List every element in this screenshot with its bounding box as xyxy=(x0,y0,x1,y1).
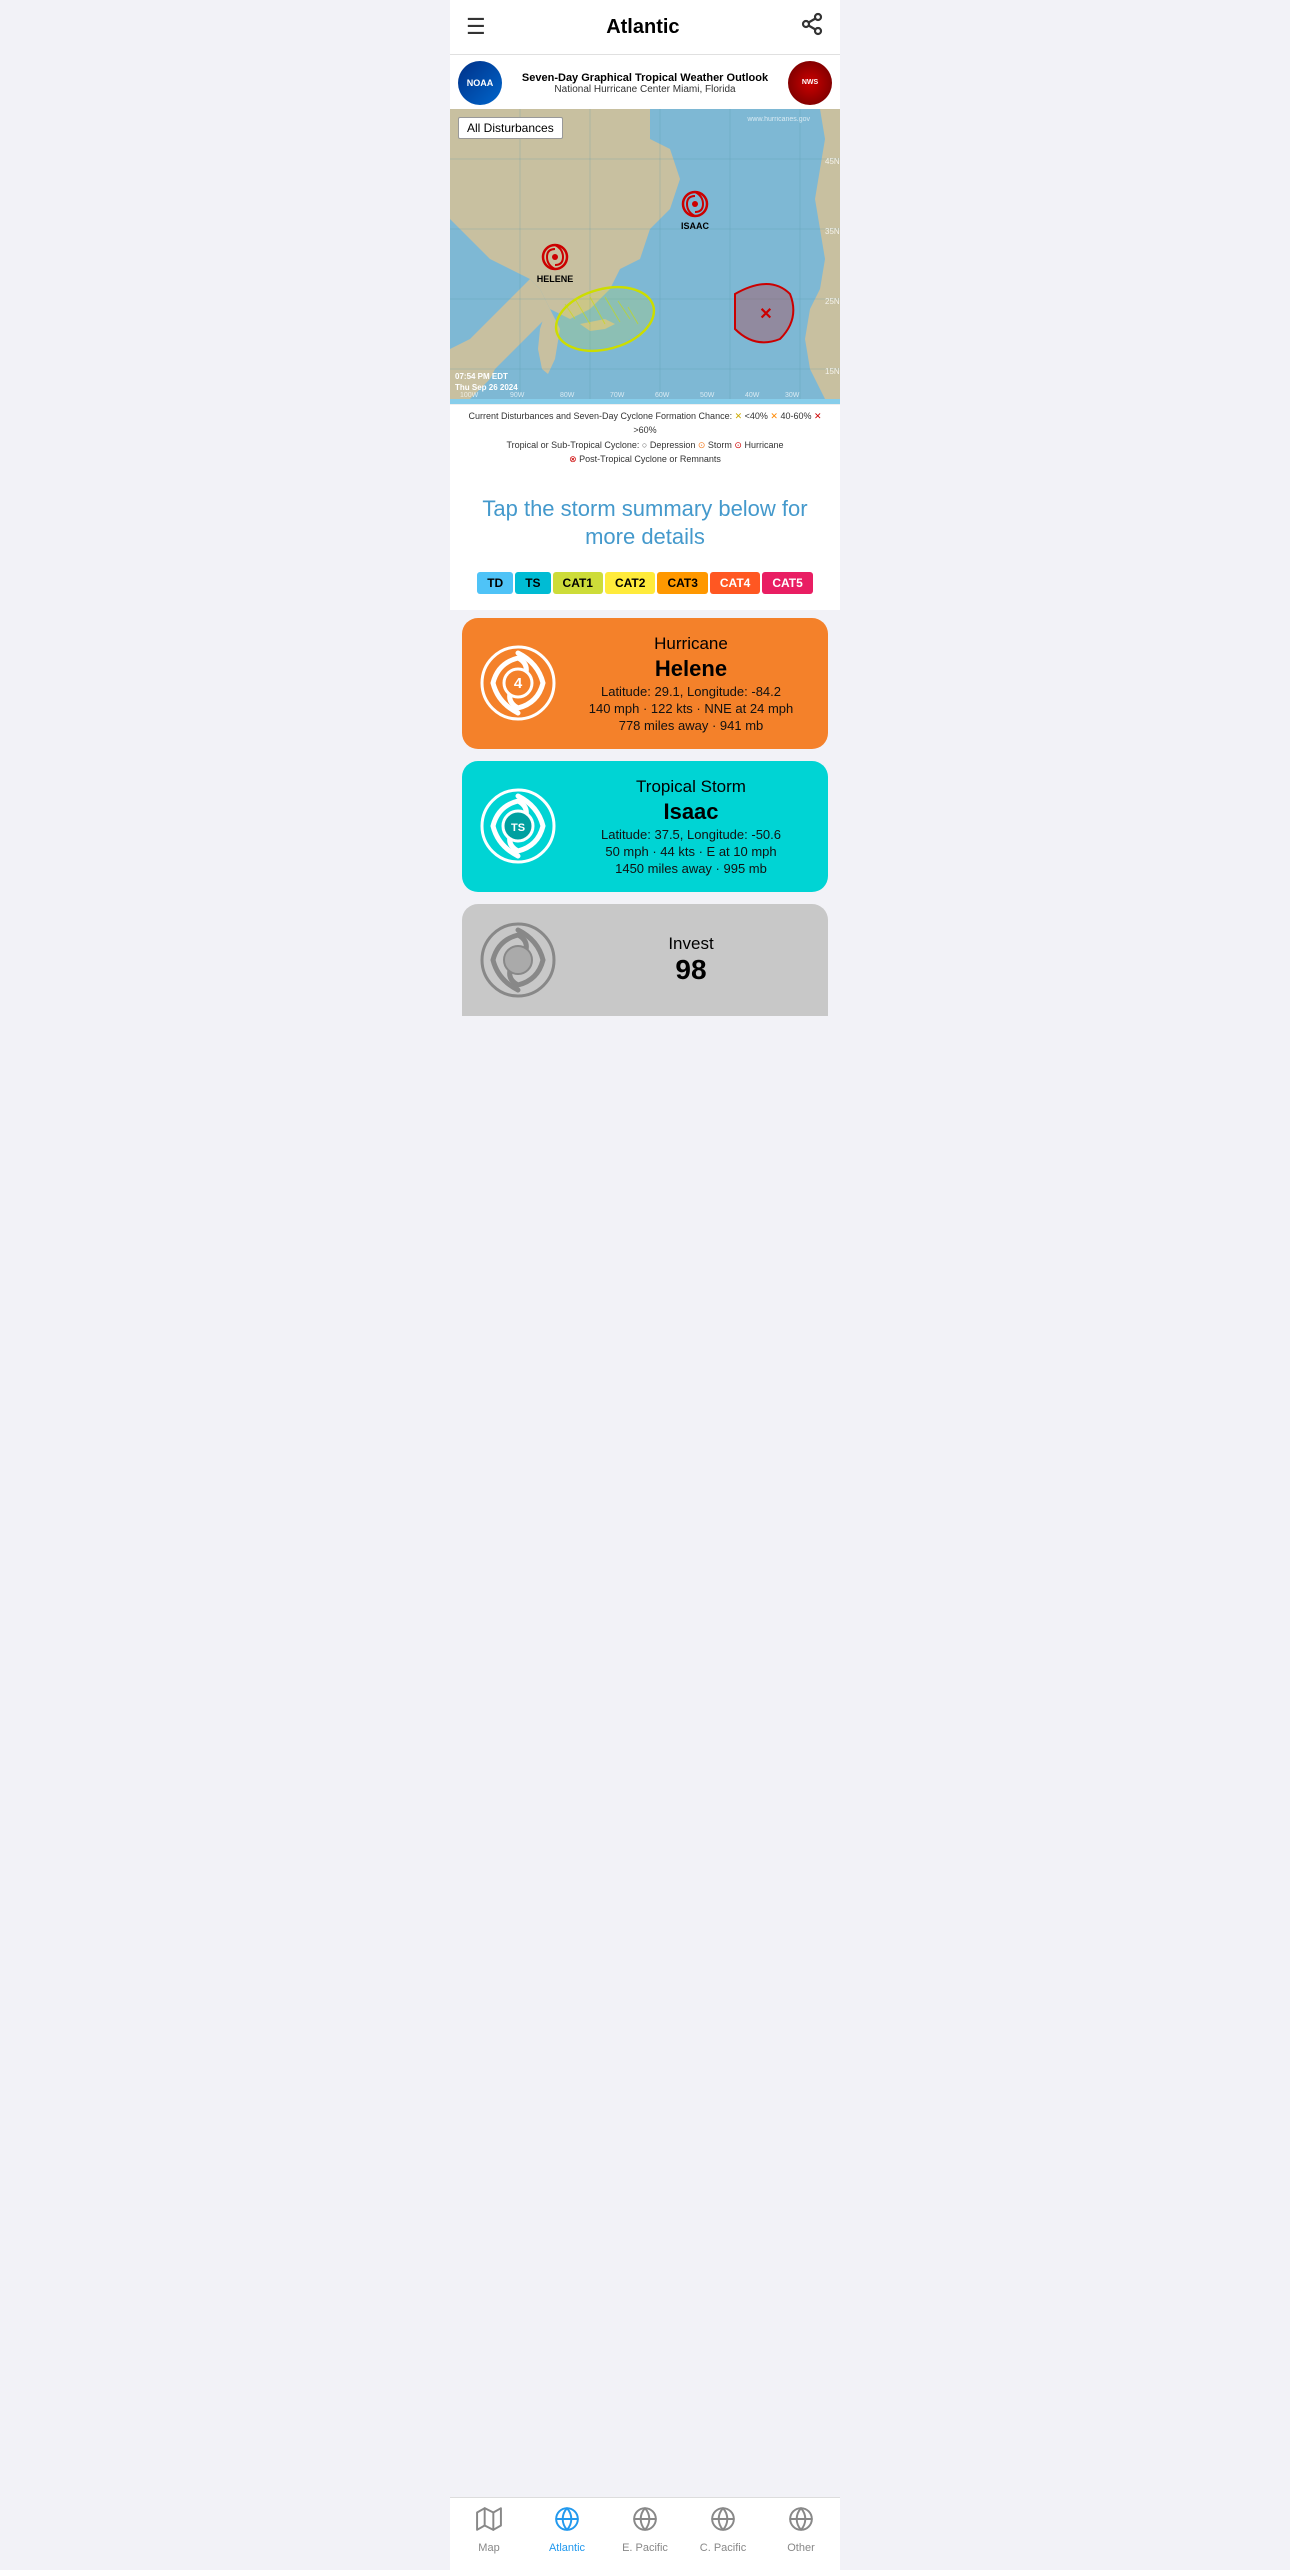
tap-message: Tap the storm summary below for more det… xyxy=(450,471,840,572)
other-globe-icon xyxy=(788,2506,814,2539)
cat-td: TD xyxy=(477,572,513,594)
svg-text:40W: 40W xyxy=(745,392,760,399)
svg-text:25N: 25N xyxy=(825,297,840,306)
svg-text:TS: TS xyxy=(511,822,525,834)
isaac-type: Tropical Storm xyxy=(570,777,812,797)
map-header: NOAA Seven-Day Graphical Tropical Weathe… xyxy=(450,55,840,109)
svg-text:07:54 PM EDT: 07:54 PM EDT xyxy=(455,372,508,381)
isaac-distance: 1450 miles away · 995 mb xyxy=(570,861,812,876)
svg-text:15N: 15N xyxy=(825,367,840,376)
nav-epacific-label: E. Pacific xyxy=(622,2542,668,2554)
svg-text:HELENE: HELENE xyxy=(537,274,574,284)
svg-text:80W: 80W xyxy=(560,392,575,399)
svg-text:✕: ✕ xyxy=(759,306,772,323)
epacific-globe-icon xyxy=(632,2506,658,2539)
helene-icon: 4 xyxy=(478,643,558,723)
helene-info: Hurricane Helene Latitude: 29.1, Longitu… xyxy=(570,634,812,733)
noaa-logo: NOAA xyxy=(458,61,502,105)
share-icon[interactable] xyxy=(800,12,824,42)
storm-card-helene[interactable]: 4 Hurricane Helene Latitude: 29.1, Longi… xyxy=(462,618,828,749)
helene-type: Hurricane xyxy=(570,634,812,654)
app-header: ☰ Atlantic xyxy=(450,0,840,55)
svg-text:Thu Sep 26 2024: Thu Sep 26 2024 xyxy=(455,383,518,392)
storm-card-isaac[interactable]: TS Tropical Storm Isaac Latitude: 37.5, … xyxy=(462,761,828,892)
bottom-nav: Map Atlantic E. Pacific xyxy=(450,2497,840,2570)
isaac-icon: TS xyxy=(478,786,558,866)
helene-distance: 778 miles away · 941 mb xyxy=(570,718,812,733)
storm-cards-list: 4 Hurricane Helene Latitude: 29.1, Longi… xyxy=(450,610,840,1024)
invest98-icon xyxy=(478,920,558,1000)
nav-other[interactable]: Other xyxy=(762,2506,840,2554)
svg-text:30W: 30W xyxy=(785,392,800,399)
svg-text:45N: 45N xyxy=(825,157,840,166)
nav-atlantic-label: Atlantic xyxy=(549,2542,585,2554)
cat-4: CAT4 xyxy=(710,572,760,594)
cpacific-globe-icon xyxy=(710,2506,736,2539)
svg-text:ISAAC: ISAAC xyxy=(681,221,710,231)
storm-card-invest98[interactable]: Invest 98 xyxy=(462,904,828,1016)
all-disturbances-badge[interactable]: All Disturbances xyxy=(458,117,563,139)
isaac-coords: Latitude: 37.5, Longitude: -50.6 xyxy=(570,827,812,842)
svg-text:70W: 70W xyxy=(610,392,625,399)
svg-text:50W: 50W xyxy=(700,392,715,399)
map-title-sub: National Hurricane Center Miami, Florida xyxy=(502,84,788,95)
isaac-info: Tropical Storm Isaac Latitude: 37.5, Lon… xyxy=(570,777,812,876)
svg-text:35N: 35N xyxy=(825,227,840,236)
cat-5: CAT5 xyxy=(762,572,812,594)
isaac-stats: 50 mph · 44 kts · E at 10 mph xyxy=(570,844,812,859)
menu-icon[interactable]: ☰ xyxy=(466,14,486,40)
nav-cpacific[interactable]: C. Pacific xyxy=(684,2506,762,2554)
svg-text:90W: 90W xyxy=(510,392,525,399)
cat-1: CAT1 xyxy=(553,572,603,594)
nav-map-label: Map xyxy=(478,2542,499,2554)
map-legend: Current Disturbances and Seven-Day Cyclo… xyxy=(450,404,840,471)
cat-ts: TS xyxy=(515,572,550,594)
map-icon xyxy=(476,2506,502,2539)
atlantic-globe-icon xyxy=(554,2506,580,2539)
svg-text:4: 4 xyxy=(514,675,523,692)
nav-cpacific-label: C. Pacific xyxy=(700,2542,746,2554)
map-svg: 45N 35N 25N 15N www.hurricanes.gov ✕ xyxy=(450,109,840,399)
weather-map[interactable]: All Disturbances 45N 35N 25N 15N xyxy=(450,109,840,404)
map-title-block: Seven-Day Graphical Tropical Weather Out… xyxy=(502,72,788,95)
nav-map[interactable]: Map xyxy=(450,2506,528,2554)
category-legend: TD TS CAT1 CAT2 CAT3 CAT4 CAT5 xyxy=(450,572,840,610)
helene-name: Helene xyxy=(570,656,812,682)
nav-other-label: Other xyxy=(787,2542,815,2554)
invest-number: 98 xyxy=(570,954,812,986)
svg-text:60W: 60W xyxy=(655,392,670,399)
svg-text:www.hurricanes.gov: www.hurricanes.gov xyxy=(746,116,810,123)
header-title: Atlantic xyxy=(606,16,679,39)
invest98-info: Invest 98 xyxy=(570,934,812,986)
invest-type: Invest xyxy=(570,934,812,954)
helene-stats: 140 mph · 122 kts · NNE at 24 mph xyxy=(570,701,812,716)
nav-atlantic[interactable]: Atlantic xyxy=(528,2506,606,2554)
svg-text:100W: 100W xyxy=(460,392,479,399)
helene-coords: Latitude: 29.1, Longitude: -84.2 xyxy=(570,684,812,699)
nws-logo: NWS xyxy=(788,61,832,105)
isaac-name: Isaac xyxy=(570,799,812,825)
cat-2: CAT2 xyxy=(605,572,655,594)
nav-epacific[interactable]: E. Pacific xyxy=(606,2506,684,2554)
map-title-main: Seven-Day Graphical Tropical Weather Out… xyxy=(502,72,788,84)
cat-3: CAT3 xyxy=(657,572,707,594)
